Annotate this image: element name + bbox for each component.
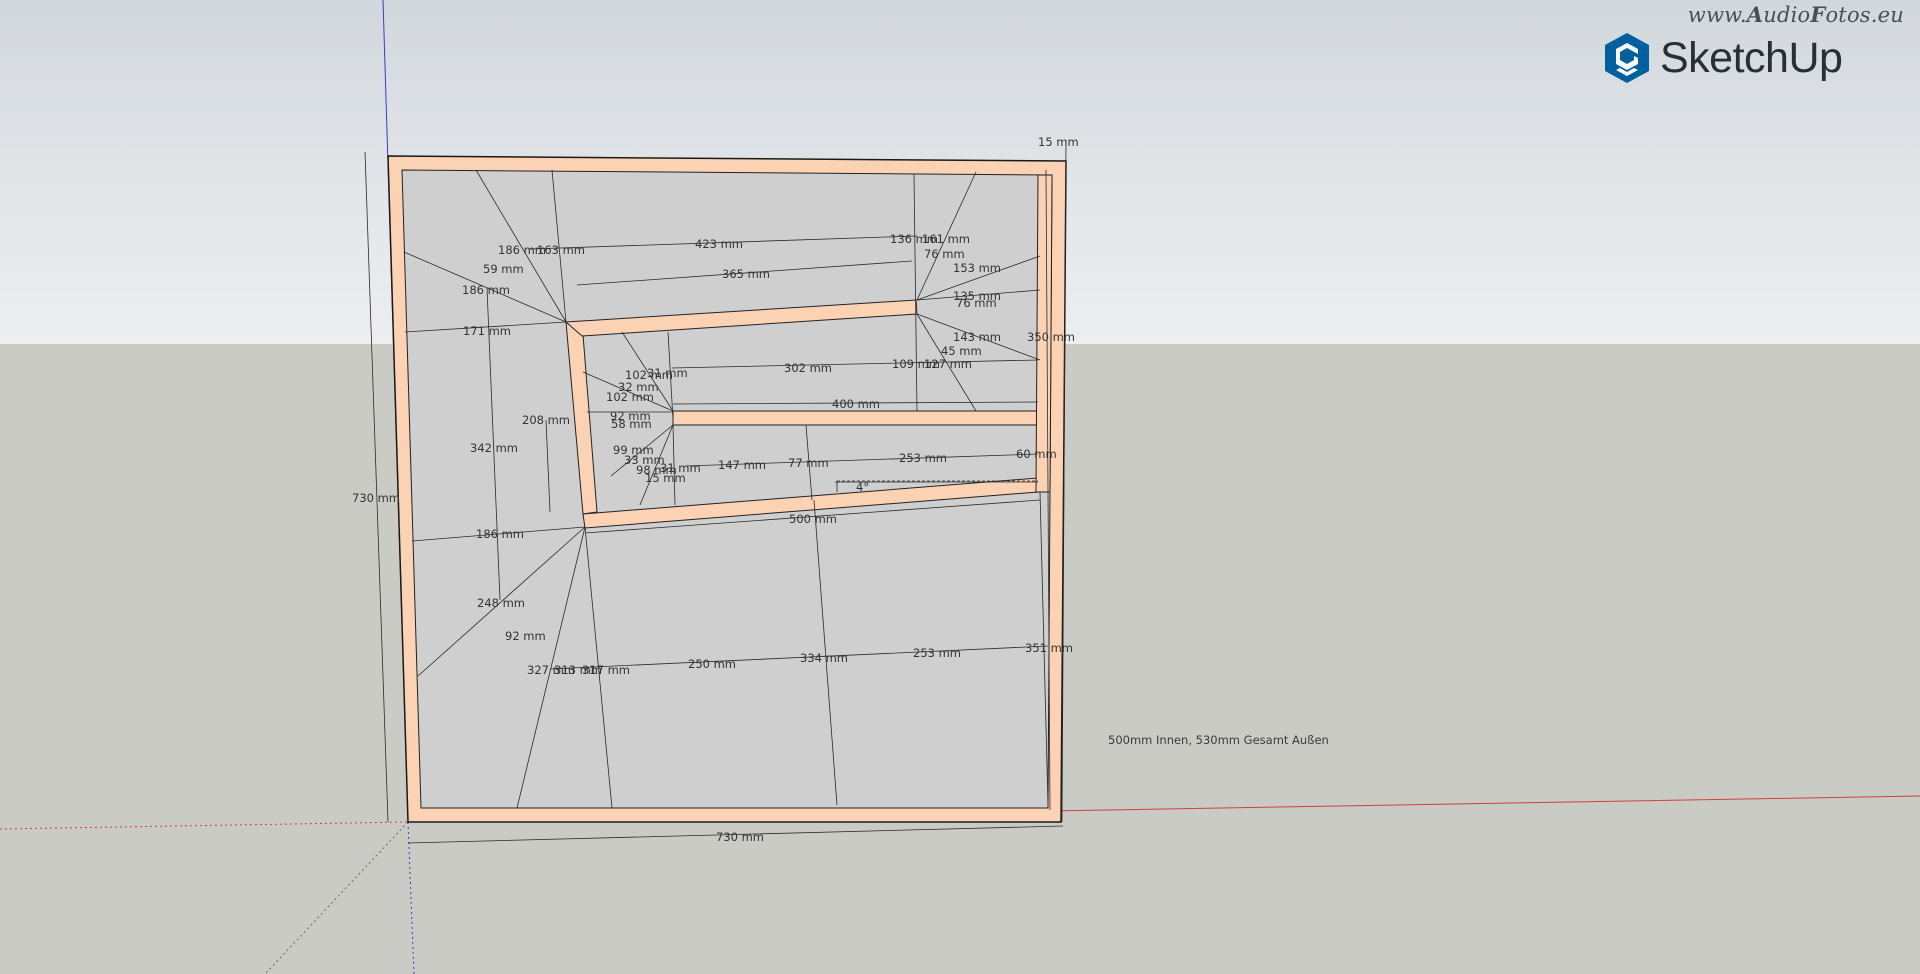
- dimension-label: 423 mm: [695, 237, 743, 251]
- dimension-label: 15 mm: [645, 471, 686, 485]
- dimension-label: 147 mm: [718, 458, 766, 472]
- watermark-text: www.AudioFotos.eu: [1687, 2, 1904, 27]
- dimension-label: 317 mm: [582, 663, 630, 677]
- board-middle[interactable]: [672, 410, 1039, 426]
- sketchup-logo: SketchUp: [1604, 32, 1843, 84]
- dimension-label: 15 mm: [1038, 135, 1079, 149]
- model-viewport[interactable]: 15 mm 423 mm 186 mm 163 mm 59 mm 186 mm …: [0, 0, 1920, 974]
- dimension-label: 400 mm: [832, 397, 880, 411]
- dimension-label: 342 mm: [470, 441, 518, 455]
- dimension-label: 143 mm: [953, 330, 1001, 344]
- dimension-label: 77 mm: [788, 456, 829, 470]
- dimension-label: 351 mm: [1025, 641, 1073, 655]
- dimension-label: 31 mm: [647, 366, 688, 380]
- dimension-label: 208 mm: [522, 413, 570, 427]
- green-axis-negative: [264, 821, 409, 974]
- dimension-label: 76 mm: [956, 296, 997, 310]
- dimension-label: 302 mm: [784, 361, 832, 375]
- dimension-label: 248 mm: [477, 596, 525, 610]
- dimension-label: 186 mm: [476, 527, 524, 541]
- dimension-label: 161 mm: [922, 232, 970, 246]
- model-note-text: 500mm Innen, 530mm Gesamt Außen: [1108, 733, 1329, 747]
- dimension-label: 127 mm: [924, 357, 972, 371]
- red-axis-negative: [0, 821, 409, 830]
- dimension-label: 730 mm: [352, 491, 400, 505]
- dimension-label: 365 mm: [722, 267, 770, 281]
- dimension-label: 153 mm: [953, 261, 1001, 275]
- dimension-label: 253 mm: [899, 451, 947, 465]
- dimension-label: 4°: [856, 480, 869, 494]
- blue-axis-below: [407, 821, 415, 974]
- dimension-label: 500 mm: [789, 512, 837, 526]
- dimension-label: 60 mm: [1016, 447, 1057, 461]
- sketchup-logo-icon: [1605, 33, 1649, 83]
- dimension-label: 163 mm: [537, 243, 585, 257]
- dimension-label: 59 mm: [483, 262, 524, 276]
- dimension-label: 171 mm: [463, 324, 511, 338]
- dimension-label: 250 mm: [688, 657, 736, 671]
- dimension-label: 730 mm: [716, 830, 764, 844]
- sketchup-logo-text: SketchUp: [1660, 33, 1843, 82]
- dimension-label: 253 mm: [913, 646, 961, 660]
- dimension-label: 45 mm: [941, 344, 982, 358]
- dimension-label: 76 mm: [924, 247, 965, 261]
- dimension-label: 334 mm: [800, 651, 848, 665]
- dimension-label: 102 mm: [606, 390, 654, 404]
- dimension-label: 350 mm: [1027, 330, 1075, 344]
- dimension-label: 186 mm: [462, 283, 510, 297]
- dimension-label: 92 mm: [505, 629, 546, 643]
- dimension-label: 58 mm: [611, 417, 652, 431]
